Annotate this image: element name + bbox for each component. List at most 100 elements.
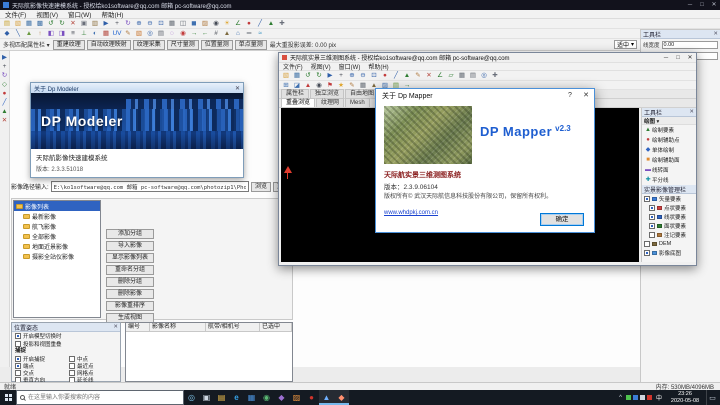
menu-item[interactable]: 帮助(H) (364, 62, 392, 71)
close-icon[interactable]: ✕ (113, 324, 118, 330)
match-bar-button[interactable]: 纹理采集 (133, 40, 165, 50)
match-bar-button[interactable]: 尺寸量测 (167, 40, 199, 50)
image-list-button[interactable]: 显示影像列表 (106, 253, 154, 263)
menu-item[interactable]: 视图(V) (307, 62, 335, 71)
layer-point[interactable]: 点状要素 (642, 203, 696, 212)
wireframe-icon[interactable]: ◫ (178, 19, 188, 28)
zoom-in-icon[interactable]: ⊕ (347, 71, 357, 80)
pose-option[interactable]: 投影和视图重叠 (12, 340, 120, 348)
dp-modeler-icon[interactable]: ▲ (319, 390, 334, 405)
layer-annotation[interactable]: 注记要素 (642, 230, 696, 239)
image-list-button[interactable]: 删除影像 (106, 289, 154, 299)
start-button[interactable] (0, 390, 16, 405)
checkbox[interactable] (69, 370, 75, 376)
checkbox[interactable] (644, 241, 650, 247)
layer-basemap[interactable]: 影像底图 (642, 248, 696, 257)
full-extent-icon[interactable]: ⊡ (369, 71, 379, 80)
camera-icon[interactable]: ◉ (211, 19, 221, 28)
draw-line-icon[interactable]: ╱ (391, 71, 401, 80)
render-icon[interactable]: ◉ (178, 29, 188, 38)
merge-icon[interactable]: ◨ (57, 29, 67, 38)
store-icon[interactable]: ▦ (244, 390, 259, 405)
match-bar-button[interactable]: 位置量测 (201, 40, 233, 50)
tray-cloud-icon[interactable] (633, 395, 638, 400)
select-icon[interactable]: ▶ (101, 19, 111, 28)
mapper-website-link[interactable]: www.whdpkj.com.cn (384, 210, 438, 216)
cut-icon[interactable]: ✕ (68, 19, 78, 28)
layers-panel-header[interactable]: 实景影像管理栏 (642, 185, 696, 194)
checkbox[interactable] (649, 214, 655, 220)
script-icon[interactable]: # (211, 29, 221, 38)
uv-edit-icon[interactable]: UV (112, 29, 122, 38)
texture-paint-icon[interactable]: ✎ (123, 29, 133, 38)
pan-icon[interactable]: + (112, 19, 122, 28)
checkbox[interactable] (649, 223, 655, 229)
image-group-item[interactable]: 地面近景影像 (14, 241, 100, 251)
image-group-item[interactable]: 全部影像 (14, 231, 100, 241)
measure-area-icon[interactable]: ▱ (446, 71, 456, 80)
pose-panel-header[interactable]: 位置姿态 ✕ (12, 323, 120, 332)
fit-view-icon[interactable]: ⊡ (156, 19, 166, 28)
edge-icon[interactable]: e (229, 390, 244, 405)
bake-texture-icon[interactable]: ▧ (134, 29, 144, 38)
shaded-view-icon[interactable]: ◼ (189, 19, 199, 28)
tool-field-value[interactable]: 0.00 (662, 41, 718, 49)
minimize-button[interactable]: ─ (660, 53, 672, 63)
attribute-table-icon[interactable]: ▦ (457, 71, 467, 80)
line-to-face-item[interactable]: ▬ 线转面 (642, 165, 696, 175)
notification-center-icon[interactable]: ▭ (706, 390, 718, 405)
draw-section-header[interactable]: 绘图 ▾ (642, 117, 696, 125)
checkbox[interactable] (15, 370, 21, 376)
save-map-icon[interactable]: ▦ (292, 71, 302, 80)
face-tool-icon[interactable]: ▲ (0, 107, 10, 116)
save-all-icon[interactable]: ▩ (35, 19, 45, 28)
select-tool-icon[interactable]: ▶ (0, 53, 10, 62)
zoom-out-icon[interactable]: ⊖ (145, 19, 155, 28)
vertex-edit-icon[interactable]: ◆ (2, 29, 12, 38)
about-modeler-titlebar[interactable]: 关于 Dp Modeler ✕ (31, 83, 243, 93)
align-icon[interactable]: ⊥ (79, 29, 89, 38)
redo-icon[interactable]: ↻ (57, 19, 67, 28)
layer-vector-root[interactable]: 矢量要素 (642, 194, 696, 203)
split-icon[interactable]: ◧ (46, 29, 56, 38)
draw-aux-point-item[interactable]: ● 绘制辅助点 (642, 135, 696, 145)
line-tool-icon[interactable]: ╱ (0, 98, 10, 107)
checkbox[interactable] (644, 250, 650, 256)
checkbox[interactable] (15, 341, 21, 347)
light-icon[interactable]: ☀ (222, 19, 232, 28)
image-list-button[interactable]: 导入影像 (106, 241, 154, 251)
image-list-button[interactable]: 添加分组 (106, 229, 154, 239)
copy-icon[interactable]: ▣ (79, 19, 89, 28)
bridge-icon[interactable]: ≡ (68, 29, 78, 38)
view-tab[interactable]: 纹理网 (316, 98, 344, 107)
ok-button[interactable]: 确定 (540, 213, 584, 226)
task-view-icon[interactable]: ▣ (199, 390, 214, 405)
settings-icon[interactable]: ✚ (490, 71, 500, 80)
select-feature-icon[interactable]: ▶ (325, 71, 335, 80)
qq-icon[interactable]: ● (304, 390, 319, 405)
redo-icon[interactable]: ↻ (314, 71, 324, 80)
move-tool-icon[interactable]: + (0, 62, 10, 71)
image-group-item[interactable]: 影像列表 (14, 201, 100, 211)
rotate-tool-icon[interactable]: ↻ (0, 71, 10, 80)
match-bar-button[interactable]: 单点量测 (235, 40, 267, 50)
draw-feature-item[interactable]: ▲ 绘制要素 (642, 125, 696, 135)
file-explorer-icon[interactable]: ▤ (214, 390, 229, 405)
water-icon[interactable]: ≈ (255, 29, 265, 38)
snap-icon[interactable]: ◎ (479, 71, 489, 80)
close-button[interactable]: ✕ (578, 89, 594, 102)
edit-feature-icon[interactable]: ✎ (413, 71, 423, 80)
match-bar-button[interactable]: 重建纹理 (53, 40, 85, 50)
bisector-item[interactable]: ✚ 平分线 (642, 175, 696, 185)
array-icon[interactable]: ▦ (101, 29, 111, 38)
checkbox[interactable] (69, 356, 75, 362)
menu-item[interactable]: 文件(F) (279, 62, 307, 71)
single-model-item[interactable]: ◆ 单体绘制 (642, 145, 696, 155)
close-icon[interactable]: ✕ (689, 109, 694, 115)
right-dock-header[interactable]: 工具栏 ✕ (641, 30, 720, 39)
maximize-button[interactable]: □ (696, 0, 708, 10)
extrude-icon[interactable]: ↑ (35, 29, 45, 38)
tray-network-icon[interactable] (640, 395, 645, 400)
dock-tab[interactable]: 属性栏 (281, 89, 309, 98)
draw-line-icon[interactable]: ╱ (255, 19, 265, 28)
